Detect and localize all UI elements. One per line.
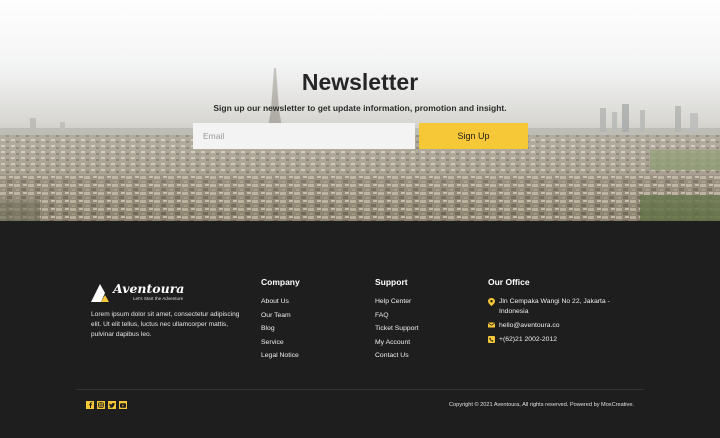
link-our-team[interactable]: Our Team bbox=[261, 311, 299, 325]
email-input[interactable] bbox=[193, 123, 415, 149]
office-heading: Our Office bbox=[488, 277, 530, 287]
brand-tagline: Let's Start the Adventure bbox=[133, 296, 184, 301]
newsletter-section: Newsletter Sign up our newsletter to get… bbox=[0, 0, 720, 221]
aventoura-logo[interactable]: Aventoura Let's Start the Adventure bbox=[91, 280, 201, 304]
newsletter-title: Newsletter bbox=[301, 69, 419, 95]
company-links: About Us Our Team Blog Service Legal Not… bbox=[261, 297, 299, 365]
link-contact-us[interactable]: Contact Us bbox=[375, 351, 419, 365]
office-email[interactable]: hello@aventoura.co bbox=[499, 321, 560, 331]
phone-icon bbox=[488, 336, 495, 343]
office-email-row: hello@aventoura.co bbox=[488, 321, 618, 335]
youtube-icon[interactable] bbox=[119, 401, 127, 409]
link-faq[interactable]: FAQ bbox=[375, 311, 419, 325]
link-blog[interactable]: Blog bbox=[261, 324, 299, 338]
link-about-us[interactable]: About Us bbox=[261, 297, 299, 311]
office-address-row: Jln Cempaka Wangi No 22, Jakarta - Indon… bbox=[488, 297, 618, 321]
office-phone[interactable]: +(62)21 2002-2012 bbox=[499, 335, 557, 345]
company-heading: Company bbox=[261, 277, 300, 287]
social-links bbox=[86, 401, 127, 409]
office-phone-row: +(62)21 2002-2012 bbox=[488, 335, 618, 345]
link-help-center[interactable]: Help Center bbox=[375, 297, 419, 311]
support-links: Help Center FAQ Ticket Support My Accoun… bbox=[375, 297, 419, 365]
support-heading: Support bbox=[375, 277, 408, 287]
instagram-icon[interactable] bbox=[97, 401, 105, 409]
brand-name: Aventoura bbox=[112, 281, 184, 296]
link-legal-notice[interactable]: Legal Notice bbox=[261, 351, 299, 365]
brand-description: Lorem ipsum dolor sit amet, consectetur … bbox=[91, 311, 240, 338]
office-info: Jln Cempaka Wangi No 22, Jakarta - Indon… bbox=[488, 297, 618, 345]
office-address: Jln Cempaka Wangi No 22, Jakarta - Indon… bbox=[499, 298, 610, 315]
link-ticket-support[interactable]: Ticket Support bbox=[375, 324, 419, 338]
link-service[interactable]: Service bbox=[261, 338, 299, 352]
footer-divider bbox=[76, 389, 644, 390]
twitter-icon[interactable] bbox=[108, 401, 116, 409]
copyright-text: Copyright © 2021 Aventoura, All rights r… bbox=[449, 402, 634, 408]
envelope-icon bbox=[488, 322, 495, 328]
newsletter-subtitle: Sign up our newsletter to get update inf… bbox=[213, 103, 507, 113]
facebook-icon[interactable] bbox=[86, 401, 94, 409]
link-my-account[interactable]: My Account bbox=[375, 338, 419, 352]
map-pin-icon bbox=[488, 298, 495, 306]
sign-up-button[interactable]: Sign Up bbox=[419, 123, 528, 149]
footer: Aventoura Let's Start the Adventure Lore… bbox=[0, 221, 720, 438]
